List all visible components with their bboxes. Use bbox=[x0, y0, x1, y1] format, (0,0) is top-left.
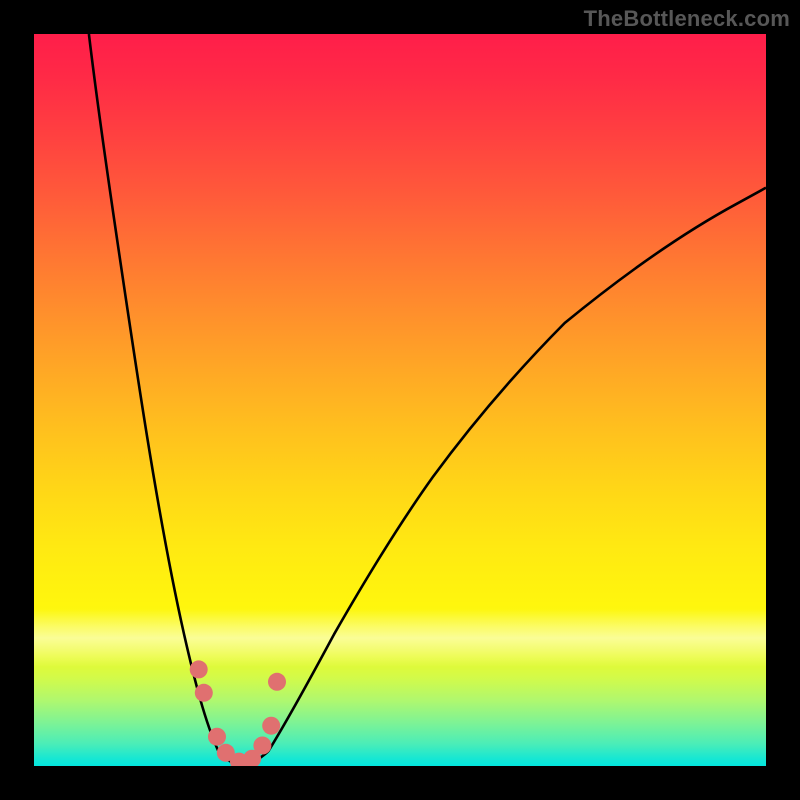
plot-area bbox=[34, 34, 766, 766]
dot bbox=[208, 728, 226, 746]
dot bbox=[268, 673, 286, 691]
dot bbox=[262, 717, 280, 735]
dot bbox=[253, 737, 271, 755]
dot bbox=[190, 660, 208, 678]
curve-svg bbox=[34, 34, 766, 766]
dot bbox=[195, 684, 213, 702]
left-arm-path bbox=[89, 34, 219, 751]
watermark-text: TheBottleneck.com bbox=[584, 6, 790, 32]
chart-frame: TheBottleneck.com bbox=[0, 0, 800, 800]
right-arm-path bbox=[268, 188, 766, 752]
